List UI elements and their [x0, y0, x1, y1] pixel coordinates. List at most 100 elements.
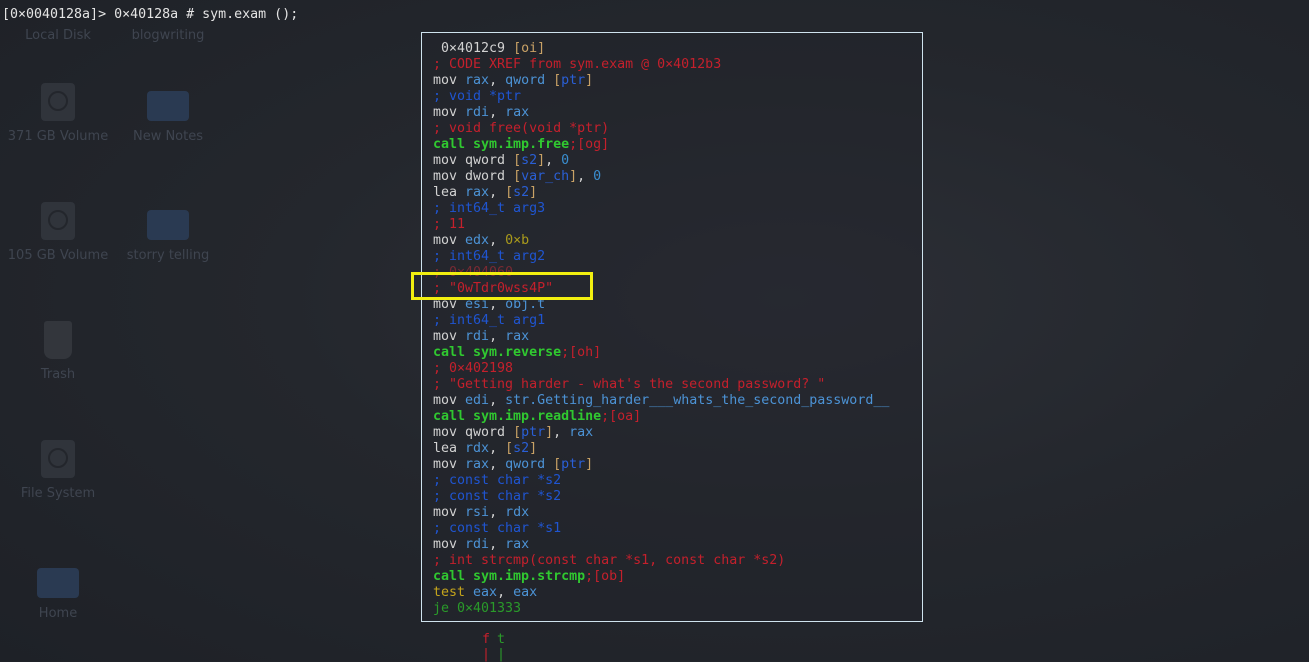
asm-line: call sym.imp.strcmp;[ob] [422, 569, 922, 585]
asm-token: [ [553, 457, 562, 472]
asm-token: rax [465, 185, 490, 200]
asm-token: , [489, 393, 506, 408]
asm-line: mov edx, 0×b [422, 233, 922, 249]
asm-token: ; 11 [433, 217, 466, 232]
desktop-icon-blogwriting[interactable]: blogwriting [113, 28, 223, 43]
asm-line: ; int64_t arg2 [422, 249, 922, 265]
asm-token: ;[oa] [601, 409, 642, 424]
asm-token: s2 [513, 185, 530, 200]
desktop-icon-new-notes[interactable]: New Notes [113, 83, 223, 144]
asm-line: ; void *ptr [422, 89, 922, 105]
desktop-icon-file-system[interactable]: File System [3, 440, 113, 501]
asm-token: , [489, 105, 506, 120]
asm-token: s2 [521, 153, 538, 168]
asm-line: ; const char *s2 [422, 473, 922, 489]
asm-line: call sym.imp.readline;[oa] [422, 409, 922, 425]
asm-token: ; const char *s1 [433, 521, 562, 536]
asm-token: , [553, 425, 570, 440]
asm-token: ; const char *s2 [433, 489, 562, 504]
asm-line: lea rax, [s2] [422, 185, 922, 201]
disassembly-graph-node[interactable]: 0×4012c9 [oi]; CODE XREF from sym.exam @… [421, 32, 923, 622]
asm-token: ; CODE XREF from sym.exam @ 0×4012b3 [433, 57, 722, 72]
asm-token: mov [433, 169, 466, 184]
asm-token: rax [505, 329, 530, 344]
asm-line: mov rax, qword [ptr] [422, 457, 922, 473]
asm-line: mov rdi, rax [422, 537, 922, 553]
desktop-icon-storry-telling[interactable]: storry telling [113, 202, 223, 263]
asm-token: edx [465, 233, 490, 248]
asm-token: rax [505, 537, 530, 552]
desktop-icon-label: Home [38, 606, 78, 621]
asm-token: ] [529, 185, 538, 200]
asm-token: je 0×401333 [433, 601, 522, 616]
asm-token: ;[oh] [561, 345, 602, 360]
asm-token: call sym.imp.free [433, 137, 570, 152]
asm-token: [ [513, 425, 522, 440]
desktop-icon-home[interactable]: Home [3, 560, 113, 621]
asm-token: rdx [465, 441, 490, 456]
asm-line: 0×4012c9 [oi] [422, 41, 922, 57]
desktop-icon-trash[interactable]: Trash [3, 321, 113, 382]
asm-token: call sym.imp.readline [433, 409, 602, 424]
asm-token: ] [537, 153, 546, 168]
asm-token: [oi] [513, 41, 546, 56]
asm-line: mov dword [var_ch], 0 [422, 169, 922, 185]
asm-line: call sym.reverse;[oh] [422, 345, 922, 361]
asm-token: mov [433, 73, 466, 88]
asm-token: ] [569, 169, 578, 184]
asm-line: ; const char *s1 [422, 521, 922, 537]
asm-token: ; int64_t arg1 [433, 313, 546, 328]
asm-token: , [489, 441, 506, 456]
asm-token: rax [465, 457, 490, 472]
asm-token: qword [505, 457, 554, 472]
asm-token: ] [529, 441, 538, 456]
asm-token: ptr [561, 457, 586, 472]
asm-token: ; int64_t arg3 [433, 201, 546, 216]
asm-token: [ [505, 441, 514, 456]
asm-token: [ [513, 169, 522, 184]
desktop-icon-label: Local Disk [25, 28, 91, 43]
asm-token: ; void *ptr [433, 89, 522, 104]
asm-line: call sym.imp.free;[og] [422, 137, 922, 153]
true-branch-label: t [497, 632, 506, 647]
true-edge-line: | [497, 647, 506, 662]
asm-token: , [489, 329, 506, 344]
asm-line: ; int64_t arg1 [422, 313, 922, 329]
asm-line: ; int64_t arg3 [422, 201, 922, 217]
folder-icon [147, 91, 189, 121]
asm-token: s2 [513, 441, 530, 456]
asm-token: [ [513, 153, 522, 168]
asm-token: lea [433, 441, 466, 456]
r2-prompt: [0×0040128a]> 0×40128a # sym.exam (); [2, 7, 299, 22]
disk-icon [41, 202, 75, 240]
asm-token: qword [465, 153, 514, 168]
asm-token: ] [545, 425, 554, 440]
true-branch-edge: t | [497, 632, 505, 662]
asm-token: rax [465, 73, 490, 88]
false-edge-line: | [482, 647, 491, 662]
trash-icon [44, 321, 72, 359]
asm-token: 0×b [505, 233, 530, 248]
asm-token: rdi [465, 105, 490, 120]
desktop-icon-105-gb-volume[interactable]: 105 GB Volume [3, 202, 113, 263]
asm-token: qword [505, 73, 554, 88]
asm-line: ; const char *s2 [422, 489, 922, 505]
asm-line: ; void free(void *ptr) [422, 121, 922, 137]
asm-token: ; void free(void *ptr) [433, 121, 610, 136]
desktop-icon-371-gb-volume[interactable]: 371 GB Volume [3, 83, 113, 144]
asm-token: mov [433, 537, 466, 552]
asm-token: ] [585, 73, 594, 88]
disk-icon [41, 83, 75, 121]
desktop-icon-label: Trash [40, 367, 76, 382]
asm-token: mov [433, 105, 466, 120]
asm-line: mov edi, str.Getting_harder___whats_the_… [422, 393, 922, 409]
asm-line: ; int strcmp(const char *s1, const char … [422, 553, 922, 569]
asm-token: mov [433, 457, 466, 472]
asm-token: rax [569, 425, 594, 440]
asm-token: edi [465, 393, 490, 408]
asm-token: , [489, 185, 506, 200]
asm-token: 0 [593, 169, 602, 184]
asm-token: rax [505, 105, 530, 120]
desktop-icon-label: New Notes [132, 129, 204, 144]
desktop-icon-local-disk[interactable]: Local Disk [3, 28, 113, 43]
